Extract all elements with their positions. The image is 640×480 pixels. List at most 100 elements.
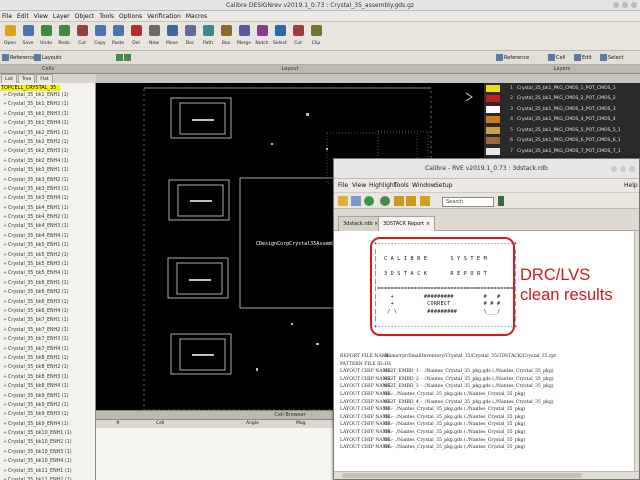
rve-save-icon[interactable] xyxy=(351,196,361,206)
rve-scroll-thumb[interactable] xyxy=(342,473,582,478)
cell-list-item[interactable]: Crystal_35_bk9_ENH4 (1) xyxy=(0,420,95,429)
rve-report-view[interactable]: +---------------------------------------… xyxy=(334,231,634,471)
maximize-icon[interactable] xyxy=(622,2,628,8)
layer-list-item[interactable]: 3 Crystal_35_bk1_PKG_CMOS_3_POT_CMOS_3 xyxy=(484,104,640,115)
col-mag[interactable]: Mag xyxy=(296,420,306,428)
tab-list[interactable]: List xyxy=(1,74,17,83)
cell-list-item[interactable]: Crystal_35_bk1_ENH3 (1) xyxy=(0,110,95,119)
layer-list-item[interactable]: 1 Crystal_35_bk1_PKG_CMOS_1_POT_CMOS_1 xyxy=(484,83,640,94)
menu-view[interactable]: View xyxy=(34,11,48,21)
cell-list-item[interactable]: Crystal_35_bk8_ENH4 (1) xyxy=(0,382,95,391)
top-cell-row[interactable]: TOPCELL_CRYSTAL_35 xyxy=(1,84,96,91)
rve-run-icon[interactable] xyxy=(380,196,390,206)
menu-verification[interactable]: Verification xyxy=(147,11,181,21)
menu-options[interactable]: Options xyxy=(119,11,142,21)
rve-search-input[interactable]: Search xyxy=(442,197,494,207)
cell-options[interactable]: Cell xyxy=(548,51,565,65)
rve-menu-highlight[interactable]: Highlight xyxy=(369,179,396,193)
cell-list-item[interactable]: Crystal_35_bk1_ENH2 (1) xyxy=(0,100,95,109)
tab-flat[interactable]: Flat xyxy=(36,74,53,83)
cell-list-item[interactable]: Crystal_35_bk10_ENH1 (1) xyxy=(0,429,95,438)
col-number[interactable]: # xyxy=(116,420,120,428)
cell-list-item[interactable]: Crystal_35_bk3_ENH3 (1) xyxy=(0,185,95,194)
toolbar-copy-button[interactable]: Copy xyxy=(91,22,109,51)
menu-file[interactable]: File xyxy=(2,11,12,21)
cell-list-item[interactable]: Crystal_35_bk3_ENH2 (1) xyxy=(0,176,95,185)
menu-layer[interactable]: Layer xyxy=(53,11,70,21)
rve-bookmark-icon[interactable] xyxy=(420,196,430,206)
cell-list-item[interactable]: Crystal_35_bk7_ENH2 (1) xyxy=(0,326,95,335)
cell-list-item[interactable]: Crystal_35_bk5_ENH3 (1) xyxy=(0,260,95,269)
close-icon[interactable] xyxy=(631,2,637,8)
forward-arrow-icon[interactable] xyxy=(124,54,131,61)
toolbar-save-button[interactable]: Save xyxy=(19,22,37,51)
toolbar-notch-button[interactable]: Notch xyxy=(253,22,271,51)
rve-prev-icon[interactable] xyxy=(394,196,404,206)
cell-list-item[interactable]: Crystal_35_bk2_ENH2 (1) xyxy=(0,138,95,147)
cell-list-item[interactable]: Crystal_35_bk9_ENH3 (1) xyxy=(0,410,95,419)
cell-list-item[interactable]: Crystal_35_bk3_ENH4 (1) xyxy=(0,194,95,203)
cell-list-item[interactable]: Crystal_35_bk1_ENH4 (1) xyxy=(0,119,95,128)
rve-menu-file[interactable]: File xyxy=(338,179,348,193)
toolbar-open-folder-button[interactable]: Open xyxy=(1,22,19,51)
cell-list-item[interactable]: Crystal_35_bk10_ENH4 (1) xyxy=(0,457,95,466)
toolbar-cut2-button[interactable]: Cut xyxy=(289,22,307,51)
toolbar-document-button[interactable]: Doc xyxy=(181,22,199,51)
col-cell[interactable]: Cell xyxy=(156,420,164,428)
references-button[interactable]: References xyxy=(2,51,38,65)
rve-open-icon[interactable] xyxy=(338,196,348,206)
cell-list-item[interactable]: Crystal_35_bk11_ENH1 (1) xyxy=(0,467,95,476)
cell-list-item[interactable]: Crystal_35_bk10_ENH2 (1) xyxy=(0,438,95,447)
col-angle[interactable]: Angle xyxy=(246,420,259,428)
rve-maximize-icon[interactable] xyxy=(620,166,626,172)
layer-list-item[interactable]: 2 Crystal_35_bk1_PKG_CMOS_2_POT_CMOS_2 xyxy=(484,94,640,105)
cell-list-item[interactable]: Crystal_35_bk1_ENH1 (1) xyxy=(0,91,95,100)
rve-window-controls[interactable] xyxy=(611,166,635,172)
cell-list-item[interactable]: Crystal_35_bk9_ENH1 (1) xyxy=(0,392,95,401)
layer-list-item[interactable]: 6 Crystal_35_bk1_PKG_CMOS_6_POT_CMOS_6_1 xyxy=(484,136,640,147)
rve-next-icon[interactable] xyxy=(406,196,416,206)
cell-list-item[interactable]: Crystal_35_bk4_ENH2 (1) xyxy=(0,213,95,222)
rve-close-icon[interactable] xyxy=(629,166,635,172)
toolbar-delete-button[interactable]: Del xyxy=(127,22,145,51)
toolbar-redo-button[interactable]: Redo xyxy=(55,22,73,51)
cell-list-item[interactable]: Crystal_35_bk7_ENH3 (1) xyxy=(0,335,95,344)
back-arrow-icon[interactable] xyxy=(116,54,123,61)
layer-list-item[interactable]: 7 Crystal_35_bk1_PKG_CMOS_7_POT_CMOS_7_1 xyxy=(484,146,640,157)
toolbar-move-button[interactable]: Move xyxy=(163,22,181,51)
tab-3dstack-report[interactable]: 3DSTACK Report × xyxy=(378,216,435,231)
cell-list-item[interactable]: Crystal_35_bk4_ENH3 (1) xyxy=(0,222,95,231)
window-controls[interactable] xyxy=(613,2,637,8)
menu-object[interactable]: Object xyxy=(75,11,95,21)
rve-menu-tools[interactable]: Tools xyxy=(394,179,409,193)
cell-list-item[interactable]: Crystal_35_bk6_ENH2 (1) xyxy=(0,288,95,297)
cell-list-item[interactable]: Crystal_35_bk4_ENH4 (1) xyxy=(0,232,95,241)
cell-list-item[interactable]: Crystal_35_bk10_ENH3 (1) xyxy=(0,448,95,457)
menu-edit[interactable]: Edit xyxy=(17,11,29,21)
cell-list-item[interactable]: Crystal_35_bk7_ENH4 (1) xyxy=(0,345,95,354)
edit-options[interactable]: Edit xyxy=(574,51,592,65)
tab-tree[interactable]: Tree xyxy=(17,74,36,83)
rve-vertical-scrollbar[interactable] xyxy=(634,231,639,471)
cell-list-item[interactable]: Crystal_35_bk5_ENH2 (1) xyxy=(0,251,95,260)
toolbar-merge-button[interactable]: Merge xyxy=(235,22,253,51)
rve-menu-setup[interactable]: Setup xyxy=(435,179,452,193)
cell-list-item[interactable]: Crystal_35_bk6_ENH3 (1) xyxy=(0,298,95,307)
nav-arrows[interactable] xyxy=(116,51,132,65)
rve-horizontal-scrollbar[interactable] xyxy=(334,471,639,479)
layouts-button[interactable]: Layouts xyxy=(34,51,62,65)
reference-options[interactable]: Reference xyxy=(496,51,529,65)
toolbar-clip-button[interactable]: Clip xyxy=(307,22,325,51)
toolbar-undo-button[interactable]: Undo xyxy=(37,22,55,51)
cell-list-item[interactable]: Crystal_35_bk8_ENH3 (1) xyxy=(0,373,95,382)
rve-menu-window[interactable]: Window xyxy=(412,179,436,193)
layer-list-item[interactable]: 5 Crystal_35_bk1_PKG_CMOS_5_POT_CMOS_5_1 xyxy=(484,125,640,136)
cell-list-item[interactable]: Crystal_35_bk2_ENH4 (1) xyxy=(0,157,95,166)
cell-list-item[interactable]: Crystal_35_bk2_ENH3 (1) xyxy=(0,147,95,156)
rve-search-go-icon[interactable] xyxy=(498,196,504,206)
cell-list-item[interactable]: Crystal_35_bk3_ENH1 (1) xyxy=(0,166,95,175)
cell-list-item[interactable]: Crystal_35_bk8_ENH1 (1) xyxy=(0,354,95,363)
toolbar-cut-button[interactable]: Cut xyxy=(73,22,91,51)
cell-list-item[interactable]: Crystal_35_bk7_ENH1 (1) xyxy=(0,316,95,325)
toolbar-paste-button[interactable]: Paste xyxy=(109,22,127,51)
